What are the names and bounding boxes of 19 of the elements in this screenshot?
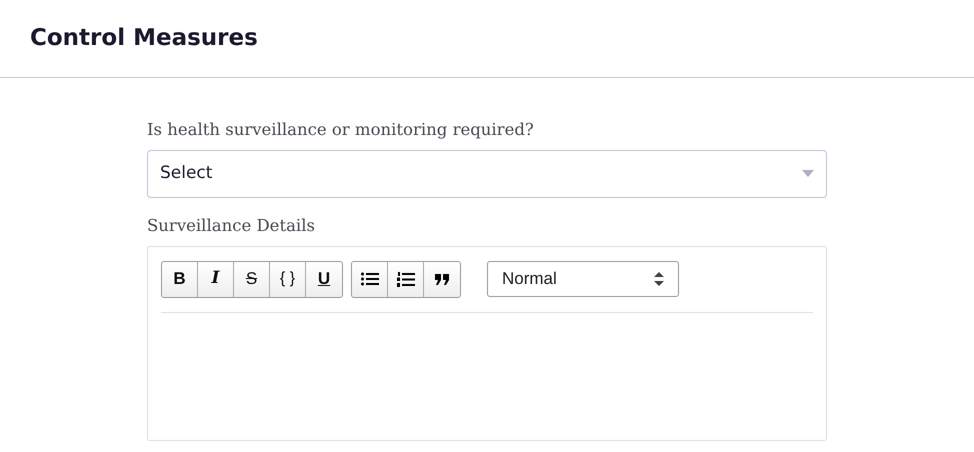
format-select[interactable]: Normal bbox=[487, 261, 679, 297]
strikethrough-button[interactable]: S bbox=[234, 262, 270, 296]
text-editor[interactable]: B I S { } U Normal bbox=[147, 246, 827, 440]
field-label: Is health surveillance or monitoring required? bbox=[147, 119, 534, 141]
bold-button[interactable]: B bbox=[162, 262, 198, 296]
code-button[interactable]: { } bbox=[270, 262, 306, 296]
bullet-list-button[interactable] bbox=[352, 262, 388, 296]
underline-button[interactable]: U bbox=[306, 262, 342, 296]
quote-icon bbox=[435, 274, 449, 284]
caret-icon bbox=[802, 170, 814, 178]
italic-button[interactable]: I bbox=[198, 262, 234, 296]
field-label: Surveillance Details bbox=[147, 214, 315, 237]
page-title: Control Measures bbox=[30, 24, 258, 52]
numbered-list-button[interactable] bbox=[388, 262, 424, 296]
bullet-list-icon bbox=[360, 272, 378, 286]
quote-button[interactable] bbox=[424, 262, 460, 296]
sort-icon bbox=[654, 272, 664, 286]
numbered-list-icon bbox=[396, 272, 414, 286]
select-dropdown[interactable]: Select bbox=[147, 150, 827, 198]
